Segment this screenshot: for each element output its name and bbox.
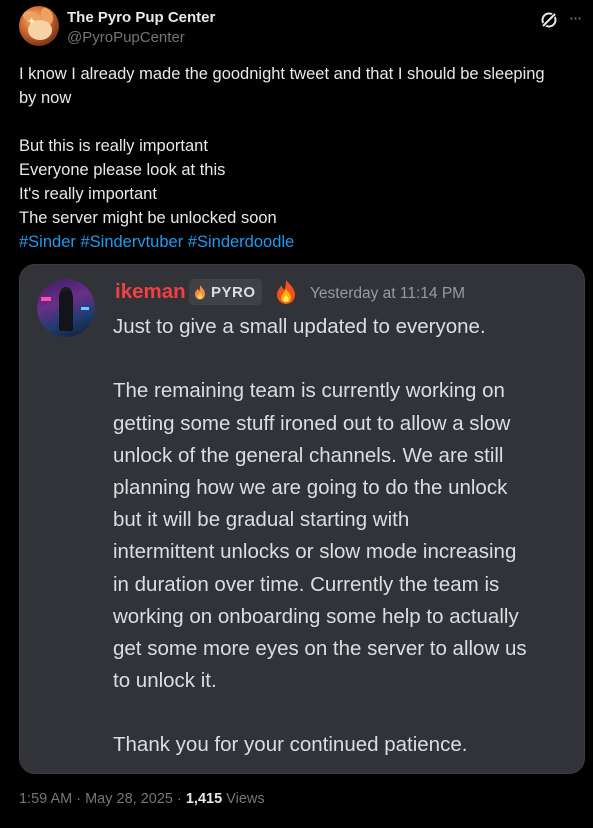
avatar-figure-body xyxy=(59,291,73,331)
server-tag-badge: PYRO xyxy=(189,279,262,305)
message-line: getting some stuff ironed out to allow a… xyxy=(113,411,511,435)
avatar-neon-sign xyxy=(41,297,51,301)
attached-image[interactable]: ikeman PYRO Yesterday at 11:14 PM Just t… xyxy=(19,264,585,774)
flame-icon xyxy=(195,285,205,300)
message-line: to unlock it. xyxy=(113,669,217,693)
tweet-meta: 1:59 AM · May 28, 2025 · 1,415 Views xyxy=(19,791,265,807)
fire-emoji-icon xyxy=(277,280,295,304)
tweet-line: The server might be unlocked soon xyxy=(19,209,277,227)
tweet-body: I know I already made the goodnight twee… xyxy=(19,62,579,254)
author-display-name[interactable]: The Pyro Pup Center xyxy=(67,9,215,26)
tweet-header: ✦ The Pyro Pup Center @PyroPupCenter ··· xyxy=(19,6,582,50)
tweet-line: I know I already made the goodnight twee… xyxy=(19,65,545,83)
tweet-date[interactable]: May 28, 2025 xyxy=(85,791,173,807)
views-count[interactable]: 1,415 xyxy=(186,791,222,807)
message-line: Thank you for your continued patience. xyxy=(113,733,468,757)
discord-message-body: Just to give a small updated to everyone… xyxy=(113,311,573,762)
message-line: working on onboarding some help to actua… xyxy=(113,604,519,628)
message-timestamp: Yesterday at 11:14 PM xyxy=(310,285,466,302)
hashtag-row: #Sinder #Sindervtuber #Sinderdoodle xyxy=(19,230,579,254)
message-line: in duration over time. Currently the tea… xyxy=(113,572,500,596)
message-line: The remaining team is currently working … xyxy=(113,379,505,403)
tweet-line: by now xyxy=(19,89,72,107)
author-handle[interactable]: @PyroPupCenter xyxy=(67,29,185,46)
more-icon[interactable]: ··· xyxy=(564,8,586,30)
author-avatar[interactable]: ✦ xyxy=(19,6,59,46)
sparkle-icon: ✦ xyxy=(27,15,37,28)
meta-separator: · xyxy=(172,791,186,807)
hashtag-link[interactable]: #Sinder xyxy=(19,233,76,251)
message-line: get some more eyes on the server to allo… xyxy=(113,636,527,660)
discord-user-avatar xyxy=(37,279,95,337)
grok-icon[interactable] xyxy=(539,10,559,30)
tweet-time[interactable]: 1:59 AM xyxy=(19,791,72,807)
server-tag-text: PYRO xyxy=(211,283,256,301)
message-line: unlock of the general channels. We are s… xyxy=(113,443,504,467)
message-line: but it will be gradual starting with xyxy=(113,508,410,532)
message-line: intermittent unlocks or slow mode increa… xyxy=(113,540,517,564)
hashtag-link[interactable]: #Sinderdoodle xyxy=(188,233,294,251)
hashtag-link[interactable]: #Sindervtuber xyxy=(80,233,183,251)
tweet-line: But this is really important xyxy=(19,137,208,155)
discord-username: ikeman xyxy=(115,280,186,303)
meta-separator: · xyxy=(72,791,86,807)
views-label: Views xyxy=(222,791,265,807)
message-line: planning how we are going to do the unlo… xyxy=(113,475,508,499)
avatar-neon-sign xyxy=(81,307,89,310)
tweet-line: Everyone please look at this xyxy=(19,161,226,179)
message-line: Just to give a small updated to everyone… xyxy=(113,315,486,338)
tweet-line: It's really important xyxy=(19,185,157,203)
